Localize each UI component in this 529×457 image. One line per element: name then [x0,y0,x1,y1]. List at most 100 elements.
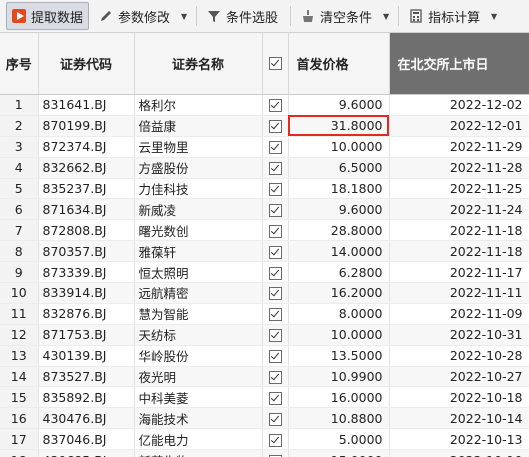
checkbox-checked[interactable] [268,120,282,134]
stock-code[interactable]: 831641.BJ [38,94,135,116]
row-index[interactable]: 12 [0,324,39,346]
ipo-price[interactable]: 8.0000 [288,303,390,325]
row-checkbox[interactable] [262,407,289,430]
checkbox-checked[interactable] [268,183,282,196]
ipo-price[interactable]: 10.0000 [288,324,390,346]
stock-name[interactable]: 中科美菱 [134,386,263,409]
listing-date[interactable]: 2022-10-14 [389,407,529,430]
stock-code[interactable]: 837046.BJ [38,428,135,451]
table-row[interactable]: 16 430476.BJ 海能技术 10.8800 2022-10-14 [0,407,529,430]
row-checkbox[interactable] [262,449,289,457]
stock-name[interactable]: 恒太照明 [134,261,263,284]
header-select-all[interactable] [262,33,289,95]
stock-code[interactable]: 430685.BJ [38,449,135,457]
ipo-price[interactable]: 31.8000 [288,115,390,137]
checkbox-checked[interactable] [268,162,282,176]
clear-dropdown-arrow[interactable]: ▼ [380,3,392,29]
ipo-price[interactable]: 13.5000 [288,345,390,367]
header-listing-date[interactable]: 在北交所上市日 [389,33,529,95]
checkbox-checked[interactable] [268,203,282,217]
stock-code[interactable]: 833914.BJ [38,282,135,304]
row-index[interactable]: 16 [0,407,39,430]
row-index[interactable]: 6 [0,198,39,221]
row-checkbox[interactable] [262,261,289,284]
stock-name[interactable]: 力佳科技 [134,178,263,200]
params-dropdown-arrow[interactable]: ▼ [178,3,190,29]
listing-date[interactable]: 2022-11-18 [389,240,529,263]
ipo-price[interactable]: 6.5000 [288,157,390,179]
ipo-price[interactable]: 10.9900 [288,366,390,388]
row-checkbox[interactable] [262,240,289,263]
checkbox-checked[interactable] [268,224,282,238]
row-index[interactable]: 11 [0,303,39,325]
table-row[interactable]: 8 870357.BJ 雅葆轩 14.0000 2022-11-18 [0,240,529,263]
table-row[interactable]: 1 831641.BJ 格利尔 9.6000 2022-12-02 [0,94,529,116]
table-row[interactable]: 2 870199.BJ 倍益康 31.8000 2022-12-01 [0,115,529,137]
checkbox-checked[interactable] [268,412,282,426]
row-index[interactable]: 1 [0,94,39,116]
row-index[interactable]: 5 [0,178,39,200]
listing-date[interactable]: 2022-11-18 [389,219,529,242]
stock-name[interactable]: 远航精密 [134,282,263,304]
filter-stocks-button[interactable]: 条件选股 [201,3,284,29]
row-index[interactable]: 8 [0,240,39,263]
indicator-calc-button[interactable]: 指标计算 [403,3,486,29]
stock-code[interactable]: 430476.BJ [38,407,135,430]
table-row[interactable]: 6 871634.BJ 新威凌 9.6000 2022-11-24 [0,198,529,221]
row-index[interactable]: 3 [0,136,39,158]
stock-code[interactable]: 835892.BJ [38,386,135,409]
stock-name[interactable]: 倍益康 [134,115,263,137]
checkbox-checked[interactable] [268,99,282,113]
header-name[interactable]: 证券名称 [134,33,263,95]
checkbox-checked[interactable] [268,391,282,405]
checkbox-checked[interactable] [268,371,282,385]
row-index[interactable]: 2 [0,115,39,137]
stock-code[interactable]: 872374.BJ [38,136,135,158]
listing-date[interactable]: 2022-11-09 [389,303,529,325]
row-index[interactable]: 7 [0,219,39,242]
row-index[interactable]: 15 [0,386,39,409]
row-index[interactable]: 17 [0,428,39,451]
row-checkbox[interactable] [262,386,289,409]
listing-date[interactable]: 2022-10-10 [389,449,529,457]
stock-code[interactable]: 835237.BJ [38,178,135,200]
listing-date[interactable]: 2022-10-27 [389,366,529,388]
ipo-price[interactable]: 16.2000 [288,282,390,304]
listing-date[interactable]: 2022-11-28 [389,157,529,179]
listing-date[interactable]: 2022-11-11 [389,282,529,304]
ipo-price[interactable]: 6.2800 [288,261,390,284]
stock-name[interactable]: 海能技术 [134,407,263,430]
row-checkbox[interactable] [262,366,289,388]
stock-name[interactable]: 慧为智能 [134,303,263,325]
fetch-data-button[interactable]: 提取数据 [6,2,90,30]
table-row[interactable]: 5 835237.BJ 力佳科技 18.1800 2022-11-25 [0,178,529,200]
stock-code[interactable]: 870199.BJ [38,115,135,137]
ipo-price[interactable]: 10.0000 [288,136,390,158]
checkbox-checked[interactable] [268,266,282,280]
checkbox-checked[interactable] [268,141,282,155]
edit-params-button[interactable]: 参数修改 [93,3,176,29]
stock-code[interactable]: 873527.BJ [38,366,135,388]
listing-date[interactable]: 2022-12-01 [389,115,529,137]
header-price[interactable]: 首发价格 [288,33,390,95]
checkbox-checked[interactable] [268,329,282,343]
row-checkbox[interactable] [262,303,289,325]
header-index[interactable]: 序号 [0,33,39,95]
checkbox-checked[interactable] [268,433,282,447]
listing-date[interactable]: 2022-10-28 [389,345,529,367]
table-row[interactable]: 15 835892.BJ 中科美菱 16.0000 2022-10-18 [0,386,529,409]
stock-name[interactable]: 格利尔 [134,94,263,116]
row-checkbox[interactable] [262,198,289,221]
stock-name[interactable]: 云里物里 [134,136,263,158]
stock-code[interactable]: 872808.BJ [38,219,135,242]
table-row[interactable]: 14 873527.BJ 夜光明 10.9900 2022-10-27 [0,366,529,388]
stock-name[interactable]: 新威凌 [134,198,263,221]
row-checkbox[interactable] [262,115,289,137]
ipo-price[interactable]: 14.0000 [288,240,390,263]
ipo-price[interactable]: 15.0000 [288,449,390,457]
ipo-price[interactable]: 16.0000 [288,386,390,409]
table-row[interactable]: 18430685.BJ新芝生物 15.00002022-10-10 [0,449,529,457]
table-row[interactable]: 11 832876.BJ 慧为智能 8.0000 2022-11-09 [0,303,529,325]
select-all-checkbox[interactable] [268,57,282,70]
table-row[interactable]: 13 430139.BJ 华岭股份 13.5000 2022-10-28 [0,345,529,367]
